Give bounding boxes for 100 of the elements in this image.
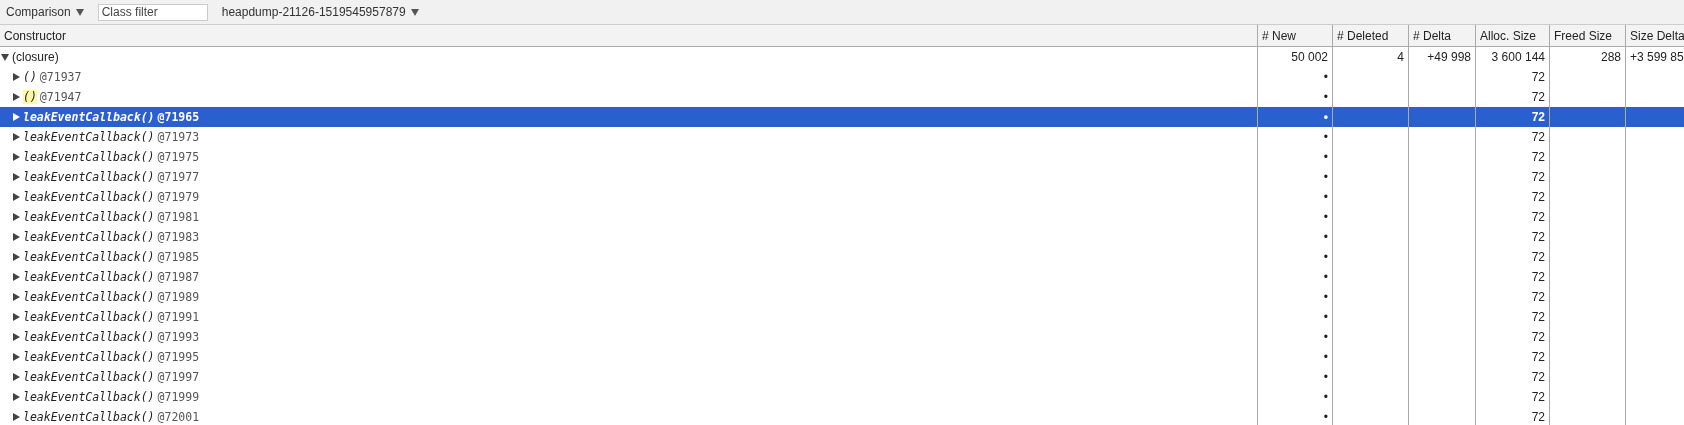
function-name: leakEventCallback(): [23, 370, 155, 384]
object-id: @71995: [157, 350, 200, 364]
table-cell: 72: [1531, 170, 1545, 184]
view-dropdown[interactable]: Comparison: [6, 5, 84, 19]
collapse-triangle-icon[interactable]: [1, 53, 9, 61]
expand-triangle-icon[interactable]: [12, 193, 20, 201]
function-name: (): [23, 90, 37, 104]
table-cell: •: [1323, 70, 1328, 84]
expand-triangle-icon[interactable]: [12, 93, 20, 101]
expand-triangle-icon[interactable]: [12, 173, 20, 181]
table-cell: 72: [1531, 270, 1545, 284]
expand-triangle-icon[interactable]: [12, 313, 20, 321]
function-name: leakEventCallback(): [23, 130, 155, 144]
expand-triangle-icon[interactable]: [12, 153, 20, 161]
table-cell: 72: [1531, 390, 1545, 404]
table-cell: •: [1323, 190, 1328, 204]
table-cell: 72: [1531, 70, 1545, 84]
caret-icon: [75, 8, 84, 16]
table-cell: 72: [1531, 150, 1545, 164]
expand-triangle-icon[interactable]: [12, 293, 20, 301]
function-name: leakEventCallback(): [23, 390, 155, 404]
expand-triangle-icon[interactable]: [12, 73, 20, 81]
function-name: leakEventCallback(): [23, 270, 155, 284]
column-header[interactable]: Size Delta: [1625, 25, 1684, 46]
function-name: (): [23, 70, 37, 84]
column-header[interactable]: # Deleted: [1332, 25, 1408, 46]
table-cell: •: [1323, 390, 1328, 404]
class-filter-field[interactable]: Class filter: [97, 3, 208, 21]
object-id: @71965: [157, 110, 200, 124]
function-name: leakEventCallback(): [23, 150, 155, 164]
column-header[interactable]: Constructor: [0, 25, 1257, 46]
snapshot-dropdown[interactable]: heapdump-21126-1519545957879: [221, 5, 419, 19]
table-cell: •: [1323, 250, 1328, 264]
function-name: leakEventCallback(): [23, 350, 155, 364]
table-cell: 72: [1531, 290, 1545, 304]
expand-triangle-icon[interactable]: [12, 333, 20, 341]
table-cell: •: [1323, 150, 1328, 164]
object-id: @71977: [157, 170, 200, 184]
table-cell: 72: [1531, 110, 1545, 124]
object-id: @71991: [157, 310, 200, 324]
expand-triangle-icon[interactable]: [12, 373, 20, 381]
table-cell: 72: [1531, 350, 1545, 364]
table-cell: •: [1323, 90, 1328, 104]
selected-table-row[interactable]: leakEventCallback() @71965 • 72: [0, 107, 1684, 127]
column-header[interactable]: # New: [1257, 25, 1332, 46]
table-cell: •: [1323, 350, 1328, 364]
expand-triangle-icon[interactable]: [12, 413, 20, 421]
function-name: leakEventCallback(): [23, 310, 155, 324]
table-cell: 72: [1531, 370, 1545, 384]
caret-icon: [410, 8, 419, 16]
object-id: @71981: [157, 210, 200, 224]
column-header[interactable]: Freed Size: [1549, 25, 1625, 46]
function-name: leakEventCallback(): [23, 290, 155, 304]
column-header[interactable]: Alloc. Size: [1475, 25, 1549, 46]
table-cell: •: [1323, 410, 1328, 424]
table-cell: 72: [1531, 130, 1545, 144]
object-id: @71997: [157, 370, 200, 384]
object-id: @71983: [157, 230, 200, 244]
object-id: @71987: [157, 270, 200, 284]
table-cell: 50 002: [1291, 50, 1328, 64]
expand-triangle-icon[interactable]: [12, 393, 20, 401]
table-cell: 72: [1531, 230, 1545, 244]
function-name: leakEventCallback(): [23, 230, 155, 244]
table-cell: 72: [1531, 90, 1545, 104]
function-name: leakEventCallback(): [23, 410, 155, 424]
table-cell: 3 600 144: [1491, 50, 1545, 64]
table-cell: •: [1323, 170, 1328, 184]
table-cell: •: [1323, 110, 1328, 124]
expand-triangle-icon[interactable]: [12, 213, 20, 221]
table-cell: 72: [1531, 190, 1545, 204]
table-cell: •: [1323, 310, 1328, 324]
expand-triangle-icon[interactable]: [12, 233, 20, 241]
object-id: @71937: [39, 70, 82, 84]
function-name: leakEventCallback(): [23, 170, 155, 184]
function-name: leakEventCallback(): [23, 250, 155, 264]
table-cell: 72: [1531, 410, 1545, 424]
table-cell: •: [1323, 230, 1328, 244]
table-row[interactable]: (closure) 50 002 4 +49 998 3 600 144 288 +3 599 85: [0, 47, 1684, 67]
table-cell: +3 599 85: [1630, 50, 1684, 64]
expand-triangle-icon[interactable]: [12, 113, 20, 121]
object-id: @71973: [157, 130, 200, 144]
object-id: @71993: [157, 330, 200, 344]
expand-triangle-icon[interactable]: [12, 353, 20, 361]
table-cell: +49 998: [1427, 50, 1471, 64]
function-name: leakEventCallback(): [23, 210, 155, 224]
object-id: @71947: [39, 90, 82, 104]
expand-triangle-icon[interactable]: [12, 253, 20, 261]
object-id: @71979: [157, 190, 200, 204]
object-id: @71975: [157, 150, 200, 164]
table-cell: •: [1323, 370, 1328, 384]
table-cell: •: [1323, 330, 1328, 344]
table-cell: •: [1323, 130, 1328, 144]
table-cell: •: [1323, 210, 1328, 224]
column-header[interactable]: # Delta: [1408, 25, 1475, 46]
table-cell: 288: [1600, 50, 1621, 64]
table-cell: 4: [1397, 50, 1404, 64]
expand-triangle-icon[interactable]: [12, 273, 20, 281]
object-id: @71999: [157, 390, 200, 404]
table-cell: •: [1323, 290, 1328, 304]
expand-triangle-icon[interactable]: [12, 133, 20, 141]
